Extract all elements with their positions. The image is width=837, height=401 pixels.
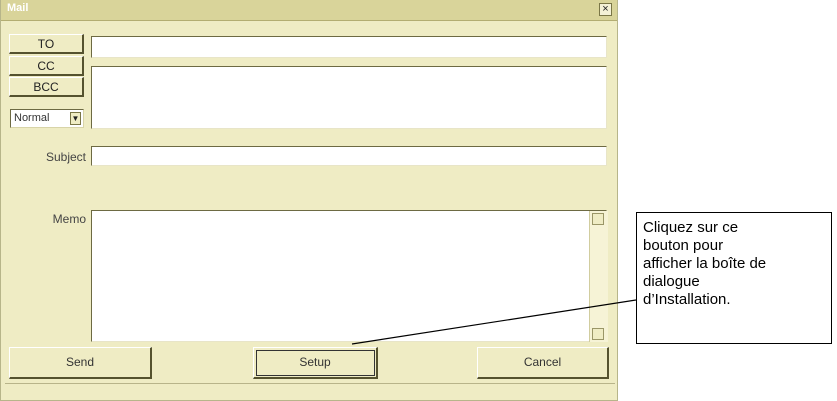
callout-box: Cliquez sur ce bouton pour afficher la b… xyxy=(636,212,832,344)
callout-line-1: Cliquez sur ce xyxy=(643,219,739,236)
callout-line-2: bouton pour xyxy=(643,237,724,254)
callout-line-4: dialogue xyxy=(643,273,700,290)
callout-line-5: d’Installation. xyxy=(643,291,731,308)
callout-line-3: afficher la boîte de xyxy=(643,255,767,272)
